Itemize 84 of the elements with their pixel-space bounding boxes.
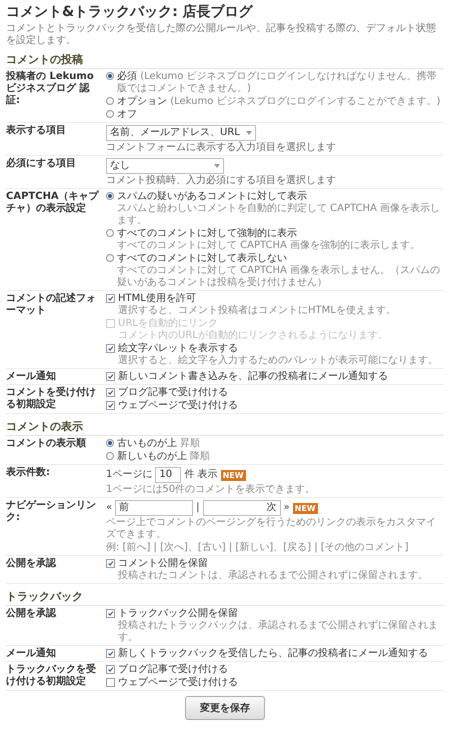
option-label: ウェブページで受け付ける xyxy=(118,400,239,412)
option-description: スパムと紛わしいコメントを自動的に判定して CAPTCHA 画像を表示します。 xyxy=(117,203,442,227)
option-label: オプション (Lekumo ビジネスブログにログインすることができます。) xyxy=(117,96,442,108)
checkbox[interactable] xyxy=(106,649,115,658)
option-label: 古いものが上 昇順 xyxy=(117,438,202,450)
setting-label: コメントの記述フォーマット xyxy=(6,293,97,318)
option-label: トラックバック公開を保留 xyxy=(118,608,239,620)
section-heading: コメントの表示 xyxy=(6,418,444,436)
open-quote: « xyxy=(106,502,112,514)
option-label: 新しいコメント書き込みを、記事の投稿者にメール通知する xyxy=(118,371,389,383)
option-description: すべてのコメントに対して CAPTCHA 画像を表示しません。（スパムの疑いがあるコメントは投稿を受け付けません） xyxy=(117,265,442,289)
option-label: オフ xyxy=(117,109,138,121)
section-heading: コメントの投稿 xyxy=(6,51,444,69)
setting-label: 投稿者の Lekumo ビジネスブログ 認証: xyxy=(6,71,95,108)
radio-button[interactable] xyxy=(106,229,114,237)
setting-label: メール通知 xyxy=(6,648,57,660)
setting-label: メール通知 xyxy=(6,371,57,383)
option-label: 新しくトラックバックを受信したら、記事の投稿者にメール通知する xyxy=(118,648,429,660)
setting-label: 必須にする項目 xyxy=(6,158,77,171)
field-hint: 1ページには50件のコメントを表示できます。 xyxy=(106,484,316,496)
checkbox[interactable] xyxy=(106,559,115,568)
dropdown[interactable]: 名前、メールアドレス、URL xyxy=(106,125,256,141)
field-hint: ページ上でコメントのページングを行うためのリンクの表示をカスタマイズできます。 xyxy=(106,517,437,541)
dropdown[interactable]: なし xyxy=(106,158,224,174)
option-description: 選択すると、絵文字を入力するためのパレットが表示可能になります。 xyxy=(118,355,439,367)
radio-button[interactable] xyxy=(106,72,114,80)
option-label: HTML使用を許可 xyxy=(118,293,197,305)
checkbox[interactable] xyxy=(106,388,115,397)
input-field[interactable]: 10 xyxy=(155,467,182,483)
field-hint: コメント投稿時、入力必須にする項目を選択します xyxy=(106,175,337,187)
setting-label: コメントの表示順 xyxy=(6,438,87,451)
option-label: コメント公開を保留 xyxy=(118,558,209,570)
setting-label: コメントを受け付ける初期設定 xyxy=(6,387,97,412)
setting-label: 公開を承認 xyxy=(6,558,58,571)
checkbox[interactable] xyxy=(106,372,115,381)
field-prefix: 1ページに xyxy=(106,469,152,481)
setting-label: トラックバックを受け付ける初期設定 xyxy=(6,664,97,689)
option-description: 投稿されたトラックバックは、承認されるまで公開されずに保留されます。 xyxy=(118,620,439,644)
option-description: コメント内のURLが自動的にリンクされるようになります。 xyxy=(118,330,389,342)
checkbox[interactable] xyxy=(106,609,115,618)
option-label: ブログ記事で受け付ける xyxy=(118,387,229,399)
setting-label: 表示件数: xyxy=(6,467,51,480)
option-label: ブログ記事で受け付ける xyxy=(118,664,229,676)
checkbox[interactable] xyxy=(106,294,115,303)
option-label: ウェブページで受け付ける xyxy=(118,677,239,689)
checkbox[interactable] xyxy=(106,678,115,687)
new-badge: NEW xyxy=(220,470,246,480)
option-label: すべてのコメントに対して強制的に表示 xyxy=(117,228,298,240)
input-field[interactable]: 次 xyxy=(202,500,280,516)
new-badge: NEW xyxy=(292,502,318,514)
checkbox[interactable] xyxy=(106,401,115,410)
radio-button[interactable] xyxy=(106,452,114,460)
option-description: 選択すると、コメント投稿者はコメントにHTMLを使えます。 xyxy=(118,305,397,317)
setting-label: 公開を承認 xyxy=(6,608,58,621)
setting-label: CAPTCHA（キャプチャ）の表示設定 xyxy=(6,191,100,216)
setting-label: ナビゲーションリンク: xyxy=(6,500,97,525)
field-suffix: 件 表示 xyxy=(184,469,218,481)
radio-button[interactable] xyxy=(106,192,114,200)
separator: | xyxy=(196,502,200,514)
example-text: 例: [前へ] | [次へ]、[古い] | [新しい]、[戻る] | [その他のコメント] xyxy=(106,542,410,554)
radio-button[interactable] xyxy=(106,97,114,105)
option-description: すべてのコメントに対して CAPTCHA 画像を強制的に表示します。 xyxy=(117,240,422,252)
option-label: 絵文字パレットを表示する xyxy=(118,343,239,354)
page-title: コメント&トラックバック: 店長ブログ xyxy=(6,4,254,21)
option-description: 投稿されたコメントは、承認されるまで公開されずに保留されます。 xyxy=(118,570,429,582)
radio-button[interactable] xyxy=(106,439,114,447)
option-label: 必須 (Lekumo ビジネスブログにログインしなければなりません。携帯版ではコメントできません。) xyxy=(117,71,438,95)
page-description: コメントとトラックバックを受信した際の公開ルールや、記事を投稿する際の、デフォルト状態を設定します。 xyxy=(6,23,437,47)
setting-label: 表示する項目 xyxy=(6,125,67,138)
caret-icon xyxy=(214,164,220,168)
field-hint: コメントフォームに表示する入力項目を選択します xyxy=(106,142,337,154)
option-label: URLを自動的にリンク xyxy=(118,318,219,330)
save-button[interactable]: 変更を保存 xyxy=(185,696,265,720)
close-quote: » xyxy=(284,502,290,514)
option-label: スパムの疑いがあるコメントに対して表示 xyxy=(117,191,308,202)
option-label: 新しいものが上 降順 xyxy=(117,451,212,463)
radio-button[interactable] xyxy=(106,254,114,262)
checkbox[interactable] xyxy=(106,665,115,674)
section-heading: トラックバック xyxy=(6,588,444,606)
caret-icon xyxy=(246,131,252,135)
checkbox[interactable] xyxy=(106,344,115,353)
input-field[interactable]: 前 xyxy=(115,500,194,516)
radio-button[interactable] xyxy=(106,110,114,118)
option-label: すべてのコメントに対して表示しない xyxy=(117,253,288,264)
